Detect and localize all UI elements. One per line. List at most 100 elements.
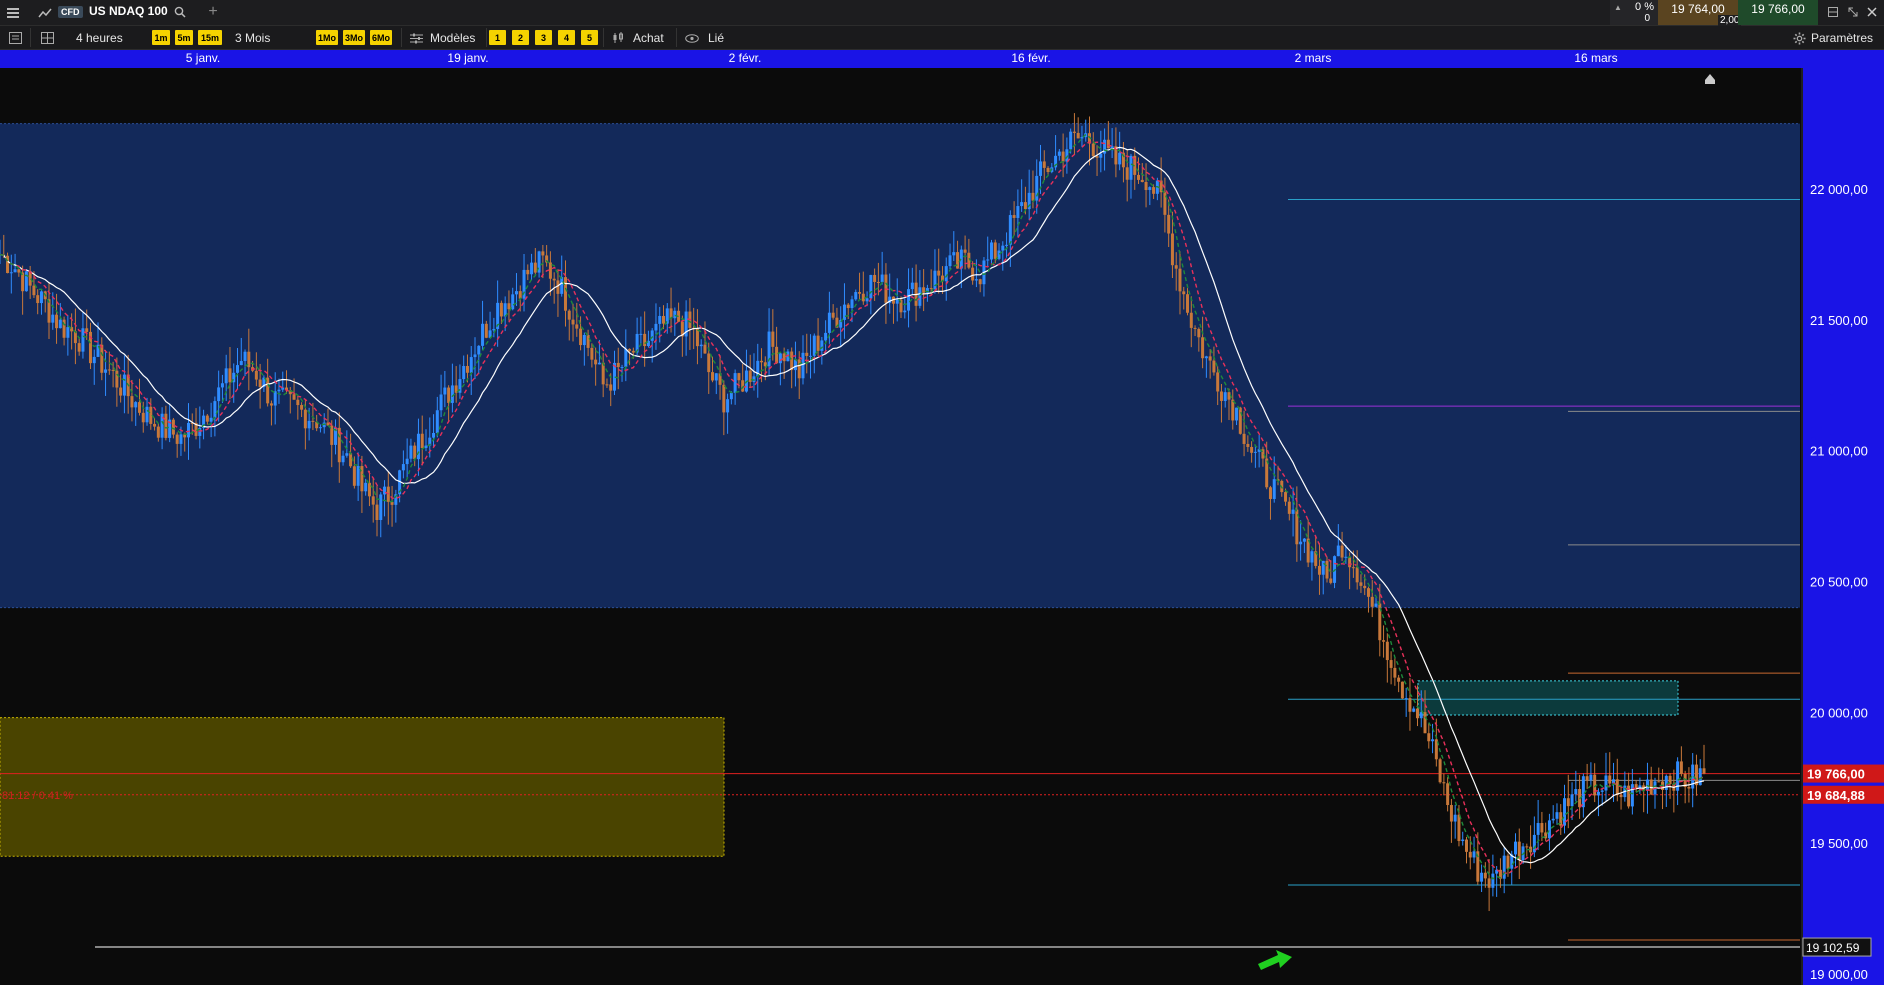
candle-body (153, 423, 157, 427)
candle-body (1423, 712, 1427, 734)
candle-body (541, 251, 545, 256)
interval-5m-button[interactable]: 5m (175, 30, 193, 45)
candle-body (620, 366, 624, 368)
chart-type-icon[interactable] (36, 4, 54, 22)
candle-body (952, 252, 956, 256)
preset-1-button[interactable]: 1 (489, 30, 506, 45)
interval-selector[interactable]: 4 heures (76, 31, 123, 45)
candle-body (1506, 855, 1510, 869)
period-selector[interactable]: 3 Mois (235, 31, 270, 45)
candle-body (1072, 131, 1076, 133)
interval-15m-button[interactable]: 15m (198, 30, 222, 45)
candle-body (1219, 391, 1223, 401)
candle-body (809, 355, 813, 357)
candle-body (58, 319, 62, 329)
period-1mo-button[interactable]: 1Mo (316, 30, 338, 45)
price-tick-label: 21 000,00 (1810, 444, 1868, 459)
candle-body (66, 327, 70, 338)
candle-body (379, 494, 383, 521)
candle-body (571, 319, 575, 325)
candle-body (1186, 294, 1190, 313)
candle-body (1197, 328, 1201, 338)
candle-body (1589, 774, 1593, 781)
period-6mo-button[interactable]: 6Mo (370, 30, 392, 45)
candle-body (239, 361, 243, 366)
ask-price[interactable]: 19 766,00 (1738, 0, 1818, 25)
date-label: 16 févr. (1011, 51, 1051, 65)
candle-body (1698, 768, 1702, 786)
candle-body (1140, 179, 1144, 183)
candle-body (1069, 131, 1073, 150)
candle-body (175, 434, 179, 444)
candle-body (104, 369, 108, 373)
candle-body (944, 266, 948, 282)
preset-3-button[interactable]: 3 (535, 30, 552, 45)
settings-gear-icon[interactable] (1791, 29, 1807, 47)
candle-body (1235, 407, 1239, 421)
grid-icon[interactable] (38, 29, 56, 47)
linked-button[interactable]: Lié (708, 31, 724, 45)
period-3mo-button[interactable]: 3Mo (343, 30, 365, 45)
candle-body (141, 412, 145, 423)
candle-body (831, 312, 835, 318)
candle-body (1442, 782, 1446, 784)
layout-icon[interactable] (1825, 3, 1841, 21)
toolbar-divider (486, 28, 487, 47)
candle-body (55, 314, 59, 329)
highlight-zone[interactable] (0, 717, 725, 857)
price-chart[interactable]: 81.12 / 0.41 % 22 000,00 21 500,00 21 000,… (0, 68, 1884, 985)
candle-body (469, 357, 473, 373)
candle-body (1687, 786, 1691, 789)
expand-icon[interactable] (1845, 3, 1861, 21)
candle-body (1359, 582, 1363, 586)
menu-icon[interactable] (4, 4, 22, 22)
candle-body (876, 281, 880, 283)
candle-body (1412, 708, 1416, 712)
current-price-label: 19 766,00 (1807, 767, 1865, 782)
candle-body (956, 252, 960, 269)
candle-body (1291, 509, 1295, 514)
settings-button[interactable]: Paramètres (1811, 31, 1873, 45)
change-up-icon: ▲ (1614, 3, 1622, 12)
candle-body (367, 482, 371, 497)
candle-body (782, 353, 786, 362)
close-icon[interactable] (1864, 3, 1880, 21)
candle-body (662, 315, 666, 324)
candle-body (1461, 839, 1465, 842)
candle-body (439, 394, 443, 411)
candle-body (1366, 588, 1370, 597)
candle-body (413, 445, 417, 460)
interval-1m-button[interactable]: 1m (152, 30, 170, 45)
buy-button[interactable]: Achat (633, 31, 664, 45)
candle-body (273, 391, 277, 406)
preset-4-button[interactable]: 4 (558, 30, 575, 45)
candle-body (1487, 878, 1491, 888)
candle-body (1415, 708, 1419, 719)
candle-body (974, 279, 978, 281)
candle-body (1299, 541, 1303, 545)
candle-body (420, 433, 424, 448)
gap-box[interactable] (1417, 680, 1679, 716)
candle-body (443, 387, 447, 395)
bid-value: 19 764,00 (1671, 1, 1725, 16)
candle-body (92, 356, 96, 364)
candle-body (100, 344, 104, 373)
add-tab-icon[interactable]: + (204, 3, 222, 21)
instrument-symbol[interactable]: US NDAQ 100 (89, 4, 168, 18)
preset-5-button[interactable]: 5 (581, 30, 598, 45)
list-icon[interactable] (6, 29, 24, 47)
candle-body (205, 415, 209, 422)
candle-body (707, 353, 711, 373)
candle-body (1125, 167, 1129, 180)
candle-body (1702, 768, 1706, 774)
candle-body (511, 294, 515, 310)
models-button[interactable]: Modèles (430, 31, 475, 45)
search-icon[interactable] (171, 3, 189, 21)
preset-2-button[interactable]: 2 (512, 30, 529, 45)
candle-body (1566, 798, 1570, 807)
candle-body (805, 352, 809, 356)
candle-body (1001, 245, 1005, 251)
candle-body (812, 335, 816, 356)
candle-body (586, 334, 590, 348)
title-bar: CFD US NDAQ 100 + ▲ 0 % 0 19 764,00 2,00… (0, 0, 1884, 26)
